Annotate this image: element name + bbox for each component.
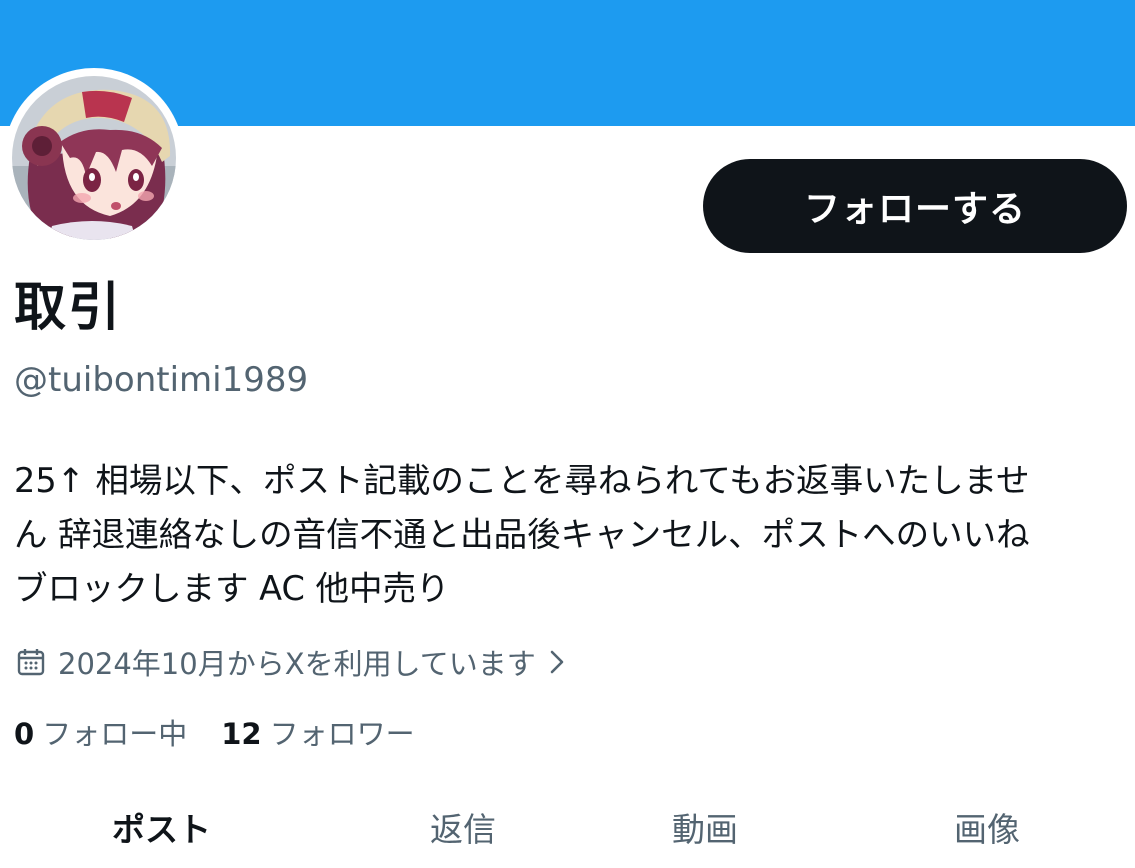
follow-stats: 0 フォロー中 12 フォロワー (14, 710, 449, 754)
profile-banner[interactable] (0, 0, 1135, 126)
tab-videos[interactable]: 動画 (672, 808, 738, 852)
bio-line: ブロックします AC 他中売り (14, 569, 450, 608)
chevron-right-icon (550, 650, 564, 674)
tab-posts[interactable]: ポスト (112, 808, 211, 852)
tab-replies[interactable]: 返信 (430, 808, 496, 852)
followers-count: 12 (221, 717, 262, 751)
display-name: 取引 (14, 278, 123, 338)
following-stat[interactable]: 0 フォロー中 (14, 711, 187, 753)
followers-stat[interactable]: 12 フォロワー (221, 711, 414, 753)
follow-button[interactable]: フォローする (703, 159, 1127, 253)
following-label: フォロー中 (42, 717, 188, 751)
following-count: 0 (14, 717, 35, 751)
tab-images[interactable]: 画像 (954, 808, 1020, 852)
anime-character-avatar-icon (12, 76, 176, 240)
calendar-icon (17, 649, 45, 676)
bio-line: 25↑ 相場以下、ポスト記載のことを尋ねられてもお返事いたしませ (14, 461, 1030, 500)
profile-bio: 25↑ 相場以下、ポスト記載のことを尋ねられてもお返事いたしませ ん 辞退連絡な… (14, 454, 1129, 616)
followers-label: フォロワー (269, 717, 415, 751)
bio-line: ん 辞退連絡なしの音信不通と出品後キャンセル、ポストへのいいね (14, 515, 1030, 554)
joined-text: 2024年10月からXを利用しています (58, 647, 536, 681)
joined-date[interactable]: 2024年10月からXを利用しています (16, 640, 568, 684)
avatar[interactable] (12, 76, 176, 240)
username-handle: @tuibontimi1989 (14, 360, 309, 400)
profile-tabs: ポスト 返信 動画 画像 (0, 808, 1135, 868)
